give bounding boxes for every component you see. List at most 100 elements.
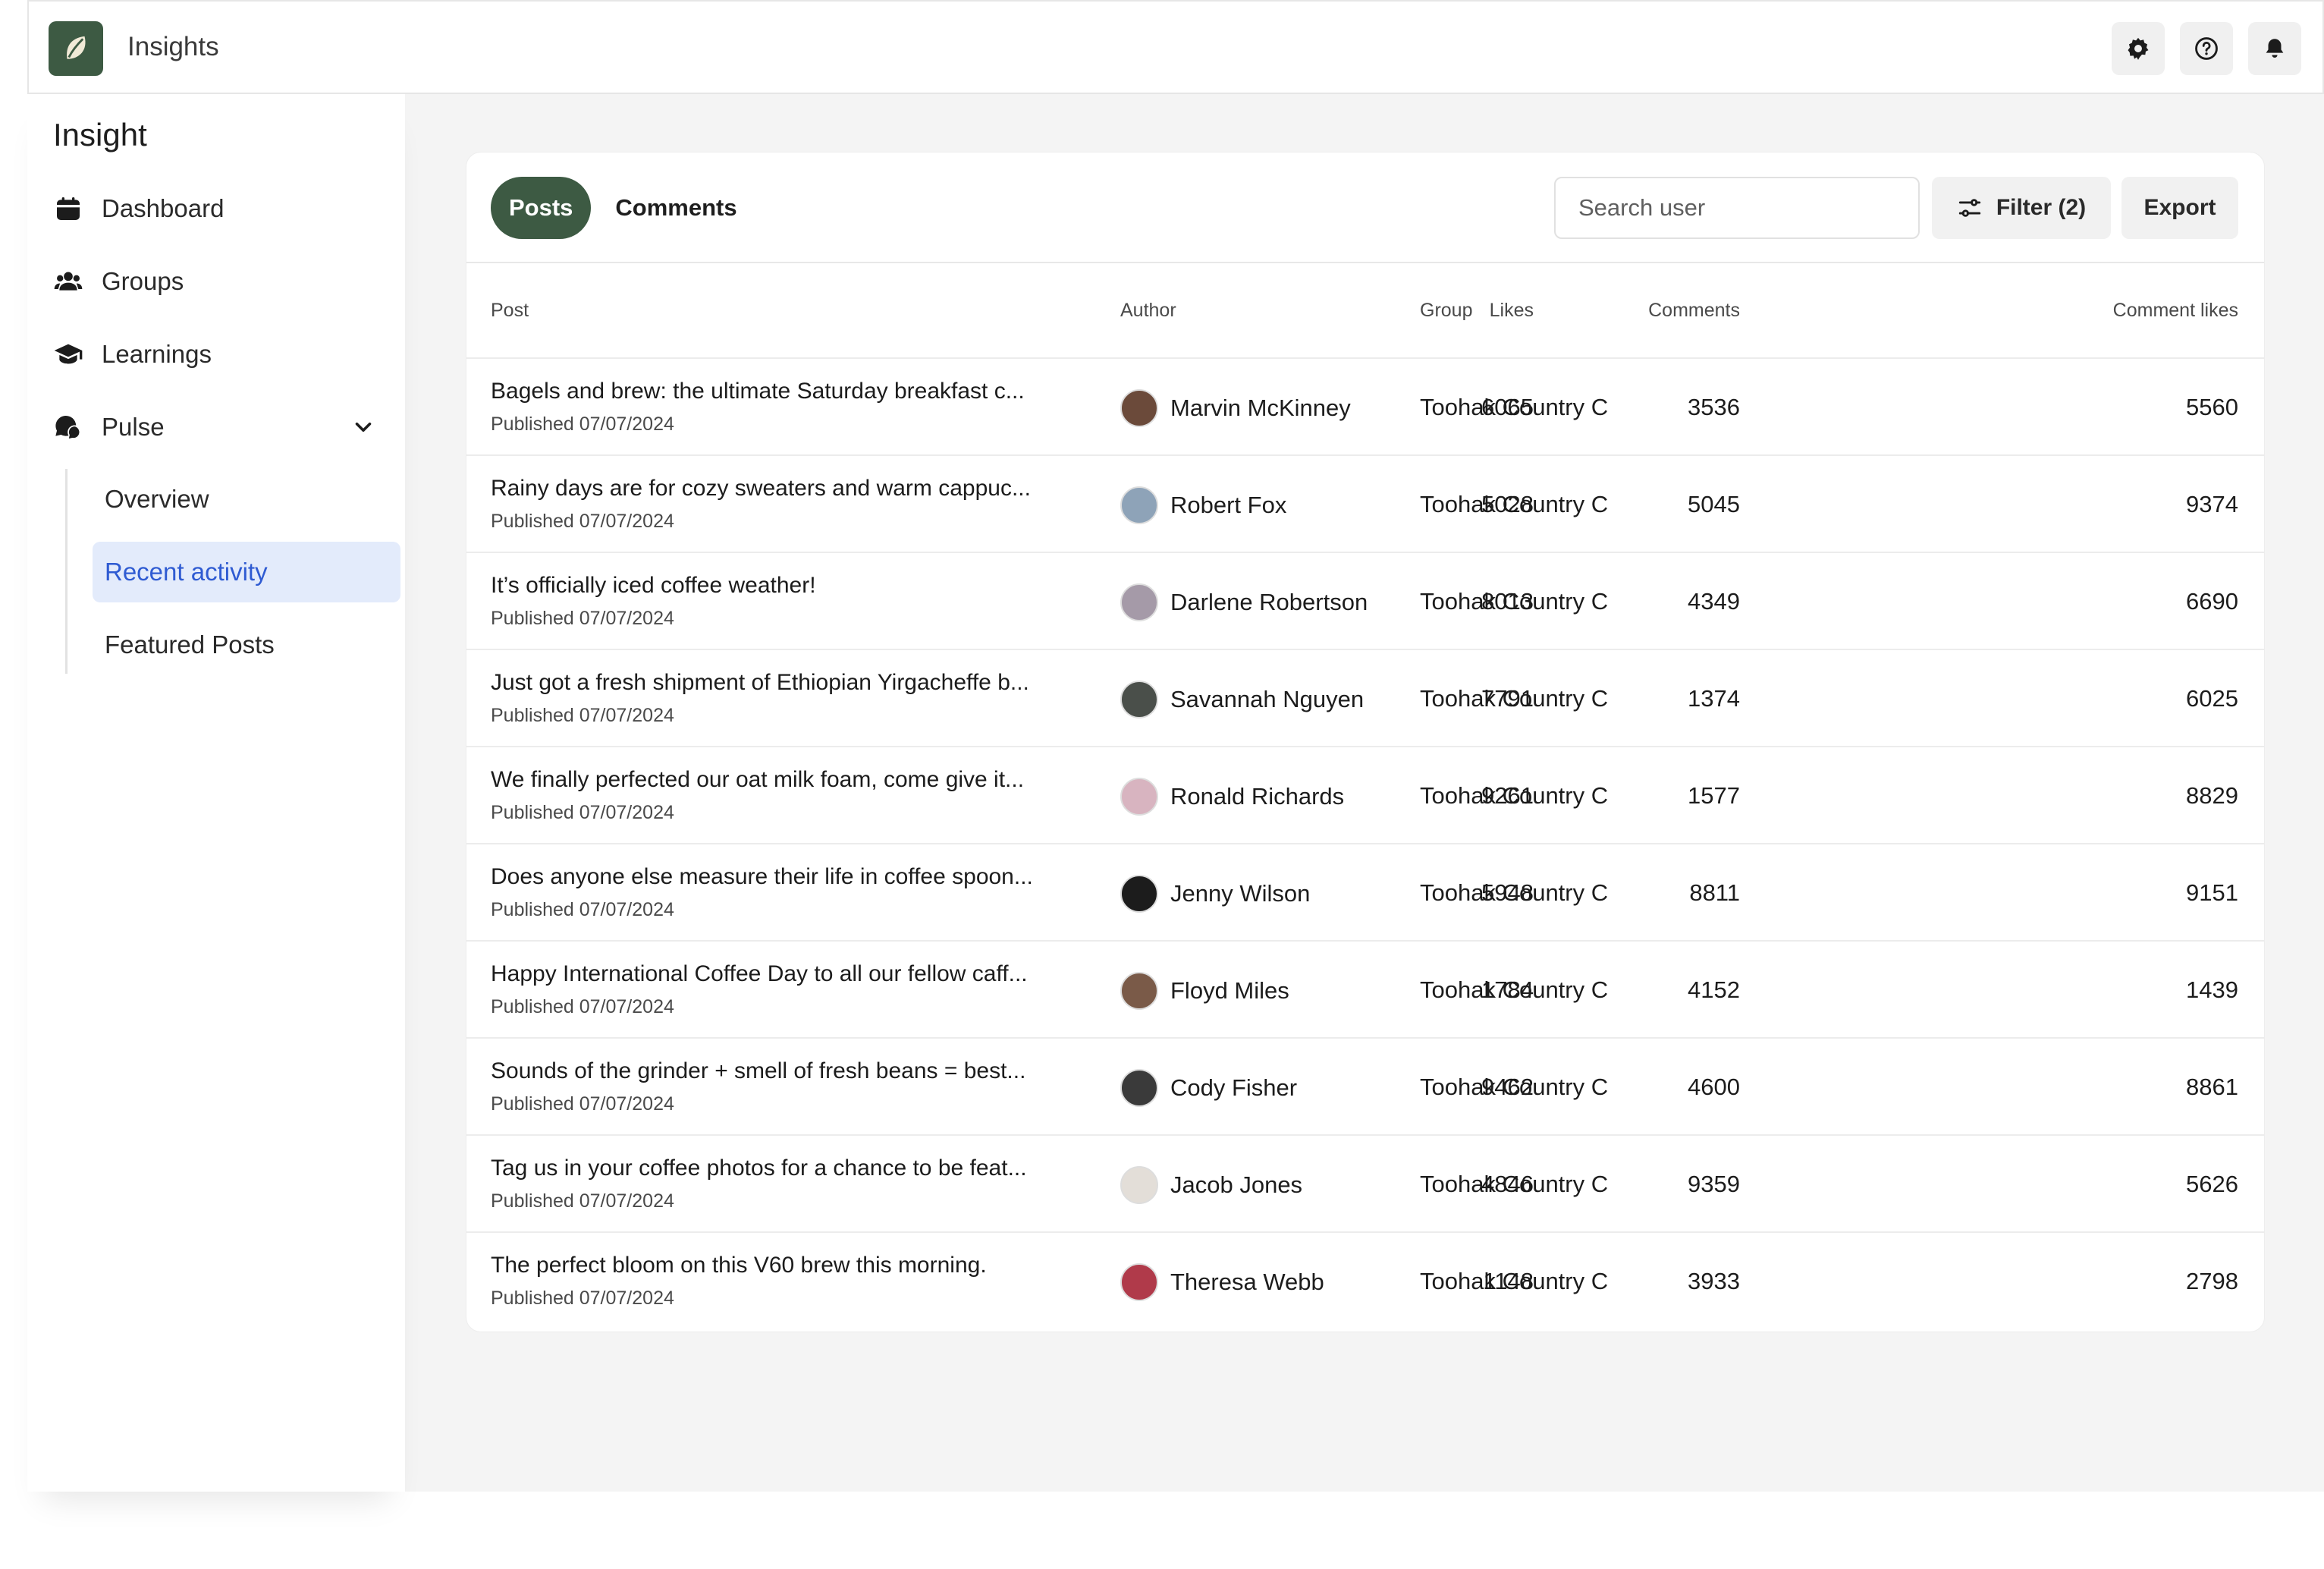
comments-count: 5045	[1688, 491, 1740, 517]
avatar	[1120, 1263, 1158, 1301]
comment-likes-count: 6690	[2186, 588, 2238, 615]
notifications-button[interactable]	[2248, 22, 2301, 75]
author-name: Savannah Nguyen	[1170, 686, 1365, 712]
comment-likes-count: 9151	[2186, 879, 2238, 906]
gear-icon	[2128, 37, 2149, 60]
author-cell[interactable]: Jacob Jones	[1120, 1166, 1302, 1204]
post-title[interactable]: Sounds of the grinder + smell of fresh b…	[491, 1058, 1025, 1084]
column-header-comments[interactable]: Comments	[1588, 300, 1740, 322]
sidebar-item-pulse[interactable]: Pulse	[53, 401, 165, 454]
tab-comments[interactable]: Comments	[597, 177, 755, 239]
author-name: Jacob Jones	[1170, 1171, 1303, 1198]
calendar-icon	[57, 197, 80, 220]
avatar	[1120, 1069, 1158, 1107]
column-header-likes[interactable]: Likes	[1382, 300, 1534, 322]
author-cell[interactable]: Theresa Webb	[1120, 1263, 1324, 1301]
post-title[interactable]: Rainy days are for cozy sweaters and war…	[491, 476, 1031, 502]
table-row[interactable]: Just got a fresh shipment of Ethiopian Y…	[466, 649, 2264, 746]
tab-posts[interactable]: Posts	[491, 177, 592, 239]
author-cell[interactable]: Cody Fisher	[1120, 1069, 1297, 1107]
post-title[interactable]: The perfect bloom on this V60 brew this …	[491, 1253, 987, 1278]
table-row[interactable]: Happy International Coffee Day to all ou…	[466, 940, 2264, 1037]
author-cell[interactable]: Darlene Robertson	[1120, 583, 1368, 621]
top-bar: Insights	[27, 0, 2324, 94]
bell-icon	[2266, 39, 2284, 58]
table-row[interactable]: Sounds of the grinder + smell of fresh b…	[466, 1037, 2264, 1134]
table-row[interactable]: Rainy days are for cozy sweaters and war…	[466, 454, 2264, 552]
graduation-cap-icon	[54, 344, 83, 364]
comments-count: 3536	[1688, 394, 1740, 420]
likes-count: 6065	[1481, 394, 1534, 420]
avatar	[1120, 778, 1158, 816]
comments-count: 4349	[1688, 588, 1740, 615]
author-cell[interactable]: Jenny Wilson	[1120, 875, 1310, 913]
export-button[interactable]: Export	[2121, 177, 2238, 239]
post-title[interactable]: Happy International Coffee Day to all ou…	[491, 961, 1028, 987]
author-cell[interactable]: Marvin McKinney	[1120, 389, 1351, 427]
leaf-logo-icon[interactable]	[49, 21, 103, 76]
comment-likes-count: 6025	[2186, 685, 2238, 712]
author-name: Floyd Miles	[1170, 977, 1289, 1004]
post-title[interactable]: Just got a fresh shipment of Ethiopian Y…	[491, 670, 1029, 696]
chevron-down-icon[interactable]	[350, 414, 376, 440]
column-header-post[interactable]: Post	[491, 300, 529, 322]
likes-count: 4846	[1481, 1171, 1534, 1197]
author-name: Darlene Robertson	[1170, 589, 1368, 615]
posts-card: Posts Comments Filter (2) Export Post Au…	[466, 152, 2265, 1332]
likes-count: 8013	[1481, 588, 1534, 615]
sidebar-item-label: Groups	[102, 267, 184, 295]
help-button[interactable]	[2180, 22, 2233, 75]
app-window: Insights Insight Dashboard Groups Learni…	[27, 0, 2324, 1492]
sidebar-subitem-featured-posts[interactable]: Featured Posts	[93, 615, 400, 675]
post-date: Published 07/07/2024	[491, 996, 674, 1017]
filter-label: Filter (2)	[1996, 195, 2087, 220]
post-title[interactable]: Does anyone else measure their life in c…	[491, 864, 1033, 890]
table-row[interactable]: Bagels and brew: the ultimate Saturday b…	[466, 357, 2264, 454]
post-title[interactable]: It’s officially iced coffee weather!	[491, 573, 816, 599]
comment-likes-count: 8861	[2186, 1074, 2238, 1100]
sidebar-subitem-recent-activity[interactable]: Recent activity	[93, 542, 400, 602]
sidebar-item-dashboard[interactable]: Dashboard	[53, 182, 224, 235]
post-title[interactable]: Bagels and brew: the ultimate Saturday b…	[491, 379, 1025, 404]
comment-likes-count: 1439	[2186, 976, 2238, 1003]
sidebar-item-learnings[interactable]: Learnings	[53, 328, 212, 381]
table-row[interactable]: We finally perfected our oat milk foam, …	[466, 746, 2264, 843]
settings-button[interactable]	[2112, 22, 2165, 75]
sidebar-subitem-overview[interactable]: Overview	[93, 469, 400, 530]
post-date: Published 07/07/2024	[491, 511, 674, 532]
column-header-comment-likes[interactable]: Comment likes	[2011, 300, 2238, 322]
likes-count: 9261	[1481, 782, 1534, 809]
author-cell[interactable]: Ronald Richards	[1120, 778, 1344, 816]
filter-button[interactable]: Filter (2)	[1932, 177, 2111, 239]
post-title[interactable]: We finally perfected our oat milk foam, …	[491, 767, 1024, 793]
comment-likes-count: 5560	[2186, 394, 2238, 420]
table-row[interactable]: It’s officially iced coffee weather! Publ…	[466, 552, 2264, 649]
author-cell[interactable]: Floyd Miles	[1120, 972, 1289, 1010]
subnav-divider	[65, 469, 68, 674]
column-header-author[interactable]: Author	[1120, 300, 1176, 322]
table-row[interactable]: Tag us in your coffee photos for a chanc…	[466, 1134, 2264, 1231]
likes-count: 1784	[1481, 976, 1534, 1003]
author-name: Robert Fox	[1170, 492, 1287, 518]
table-divider	[466, 262, 2264, 263]
comment-likes-count: 8829	[2186, 782, 2238, 809]
chat-bubbles-icon	[55, 415, 82, 439]
post-title[interactable]: Tag us in your coffee photos for a chanc…	[491, 1156, 1027, 1181]
comments-count: 8811	[1689, 879, 1740, 906]
tab-bar: Posts Comments	[491, 177, 755, 239]
author-cell[interactable]: Savannah Nguyen	[1120, 681, 1364, 718]
likes-count: 7791	[1481, 685, 1534, 712]
likes-count: 5028	[1481, 491, 1534, 517]
avatar	[1120, 486, 1158, 524]
author-cell[interactable]: Robert Fox	[1120, 486, 1286, 524]
sidebar-item-groups[interactable]: Groups	[53, 255, 184, 308]
search-user-input[interactable]	[1554, 177, 1920, 239]
table-row[interactable]: Does anyone else measure their life in c…	[466, 843, 2264, 940]
avatar	[1120, 681, 1158, 718]
avatar	[1120, 583, 1158, 621]
comment-likes-count: 5626	[2186, 1171, 2238, 1197]
table-row[interactable]: The perfect bloom on this V60 brew this …	[466, 1231, 2264, 1328]
sidebar-item-label: Pulse	[102, 413, 165, 441]
avatar	[1120, 389, 1158, 427]
likes-count: 9462	[1481, 1074, 1534, 1100]
